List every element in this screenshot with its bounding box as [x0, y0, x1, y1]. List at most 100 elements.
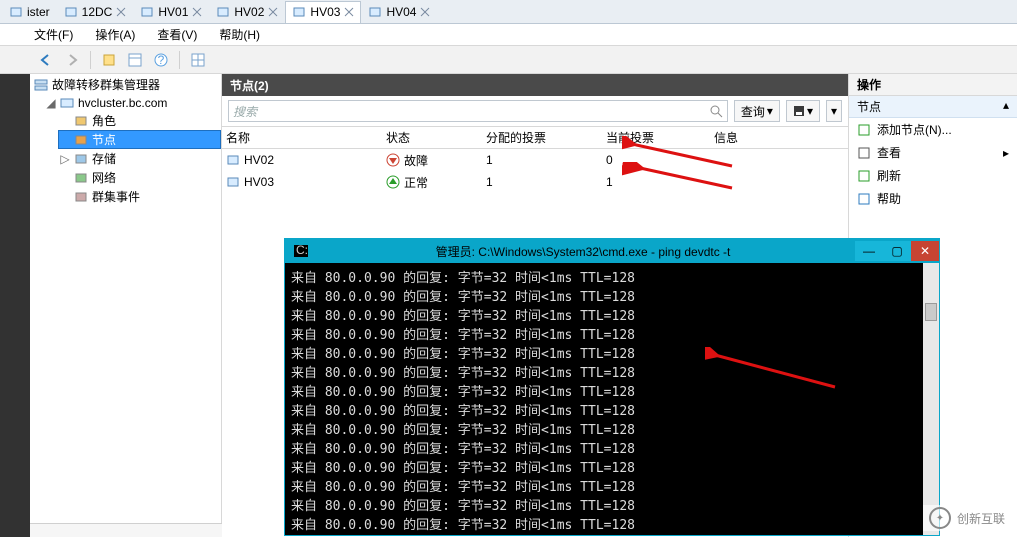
action-item[interactable]: 刷新 — [849, 164, 1017, 187]
tab-hv01[interactable]: HV01 — [133, 1, 209, 23]
tree-cluster[interactable]: ◢ hvcluster.bc.com — [44, 95, 221, 111]
action-item[interactable]: 添加节点(N)... — [849, 118, 1017, 141]
up-button[interactable] — [99, 50, 119, 70]
save-button[interactable]: ▾ — [786, 100, 820, 122]
col-state[interactable]: 状态 — [382, 127, 482, 148]
cmd-body: 来自 80.0.0.90 的回复: 字节=32 时间<1ms TTL=128 来… — [285, 263, 939, 535]
view-icon — [857, 146, 871, 160]
close-icon[interactable] — [420, 7, 430, 17]
refresh-icon — [857, 169, 871, 183]
cmd-window[interactable]: C:\ 管理员: C:\Windows\System32\cmd.exe - p… — [284, 238, 940, 536]
tree-pane: 故障转移群集管理器 ◢ hvcluster.bc.com 角色节点▷存储网络群集… — [30, 74, 222, 537]
nodes-header: 节点(2) — [222, 74, 848, 96]
col-current[interactable]: 当前投票 — [602, 127, 710, 148]
tree-cluster-label: hvcluster.bc.com — [78, 96, 167, 110]
table-header: 名称 状态 分配的投票 当前投票 信息 — [222, 127, 848, 149]
cmd-icon: C:\ — [291, 241, 311, 261]
chevron-down-icon: ▾ — [831, 104, 837, 118]
tree-node-2[interactable]: ▷存储 — [58, 149, 221, 168]
chevron-right-icon: ▸ — [1003, 146, 1009, 160]
tree-node-4[interactable]: 群集事件 — [58, 187, 221, 206]
chevron-down-icon: ▾ — [767, 104, 773, 118]
tab-hv04[interactable]: HV04 — [361, 1, 437, 23]
close-button[interactable]: ✕ — [911, 241, 939, 261]
tree-node-0[interactable]: 角色 — [58, 111, 221, 130]
grid-button[interactable] — [188, 50, 208, 70]
server-icon — [292, 5, 306, 19]
close-icon[interactable] — [116, 7, 126, 17]
expand-icon[interactable]: ▷ — [60, 152, 70, 166]
tree-root[interactable]: 故障转移群集管理器 — [30, 74, 221, 95]
action-item[interactable]: 查看▸ — [849, 141, 1017, 164]
tab-hv02[interactable]: HV02 — [209, 1, 285, 23]
node-icon — [74, 133, 88, 147]
maximize-button[interactable]: ▢ — [883, 241, 911, 261]
more-button[interactable]: ▾ — [826, 100, 842, 122]
left-gutter — [0, 74, 30, 537]
col-name[interactable]: 名称 — [222, 127, 382, 148]
server-icon — [216, 5, 230, 19]
cmd-scrollbar[interactable] — [923, 263, 939, 535]
toolbar: ? — [0, 46, 1017, 74]
tab-12dc[interactable]: 12DC — [57, 1, 134, 23]
nodes-title: 节点(2) — [230, 77, 269, 94]
col-assigned[interactable]: 分配的投票 — [482, 127, 602, 148]
collapse-icon[interactable]: ▴ — [1003, 98, 1009, 112]
tree-node-3[interactable]: 网络 — [58, 168, 221, 187]
close-icon[interactable] — [192, 7, 202, 17]
add-node-icon — [857, 123, 871, 137]
tab-ister[interactable]: ister — [2, 1, 57, 23]
server-icon — [9, 5, 23, 19]
help-button[interactable]: ? — [151, 50, 171, 70]
search-icon[interactable] — [709, 104, 723, 118]
close-icon[interactable] — [268, 7, 278, 17]
tree-node-1[interactable]: 节点 — [58, 130, 221, 149]
search-placeholder: 搜索 — [233, 103, 257, 120]
tree-button[interactable] — [125, 50, 145, 70]
save-icon — [793, 105, 805, 117]
col-info[interactable]: 信息 — [710, 127, 848, 148]
toolbar-separator — [179, 51, 180, 69]
node-icon — [74, 190, 88, 204]
menu-item[interactable]: 操作(A) — [91, 25, 139, 44]
cluster-manager-icon — [34, 78, 48, 92]
chevron-down-icon: ▾ — [807, 104, 813, 118]
node-icon — [74, 152, 88, 166]
watermark-text: 创新互联 — [957, 510, 1005, 527]
search-row: 搜索 查询▾ ▾ ▾ — [222, 96, 848, 127]
close-icon[interactable] — [344, 7, 354, 17]
node-icon — [74, 171, 88, 185]
cmd-titlebar[interactable]: C:\ 管理员: C:\Windows\System32\cmd.exe - p… — [285, 239, 939, 263]
query-button[interactable]: 查询▾ — [734, 100, 780, 122]
tree-root-label: 故障转移群集管理器 — [52, 76, 160, 93]
minimize-button[interactable]: — — [855, 241, 883, 261]
menu-item[interactable]: 文件(F) — [30, 25, 77, 44]
forward-button[interactable] — [62, 50, 82, 70]
node-icon — [226, 175, 240, 189]
scrollbar-thumb[interactable] — [925, 303, 937, 321]
status-icon — [386, 153, 400, 167]
cluster-icon — [60, 96, 74, 110]
node-icon — [74, 114, 88, 128]
tree-status-bar — [30, 523, 222, 537]
toolbar-separator — [90, 51, 91, 69]
tab-strip: ister12DCHV01HV02HV03HV04 — [0, 0, 1017, 24]
expand-icon[interactable]: ◢ — [46, 96, 56, 110]
back-button[interactable] — [36, 50, 56, 70]
menu-item[interactable]: 帮助(H) — [215, 25, 264, 44]
menubar: 文件(F) 操作(A) 查看(V) 帮助(H) — [0, 24, 1017, 46]
menu-item[interactable]: 查看(V) — [153, 25, 201, 44]
table-row[interactable]: HV03正常11 — [222, 171, 848, 193]
actions-subtitle: 节点▴ — [849, 96, 1017, 118]
search-input[interactable]: 搜索 — [228, 100, 728, 122]
svg-text:C:\: C:\ — [296, 245, 308, 257]
table-body: HV02故障10HV03正常11 — [222, 149, 848, 193]
tab-hv03[interactable]: HV03 — [285, 1, 361, 23]
server-icon — [140, 5, 154, 19]
status-icon — [386, 175, 400, 189]
watermark-icon: ✦ — [929, 507, 951, 529]
action-item[interactable]: 帮助 — [849, 187, 1017, 210]
cmd-title: 管理员: C:\Windows\System32\cmd.exe - ping … — [311, 243, 855, 260]
table-row[interactable]: HV02故障10 — [222, 149, 848, 171]
svg-text:?: ? — [158, 53, 165, 67]
